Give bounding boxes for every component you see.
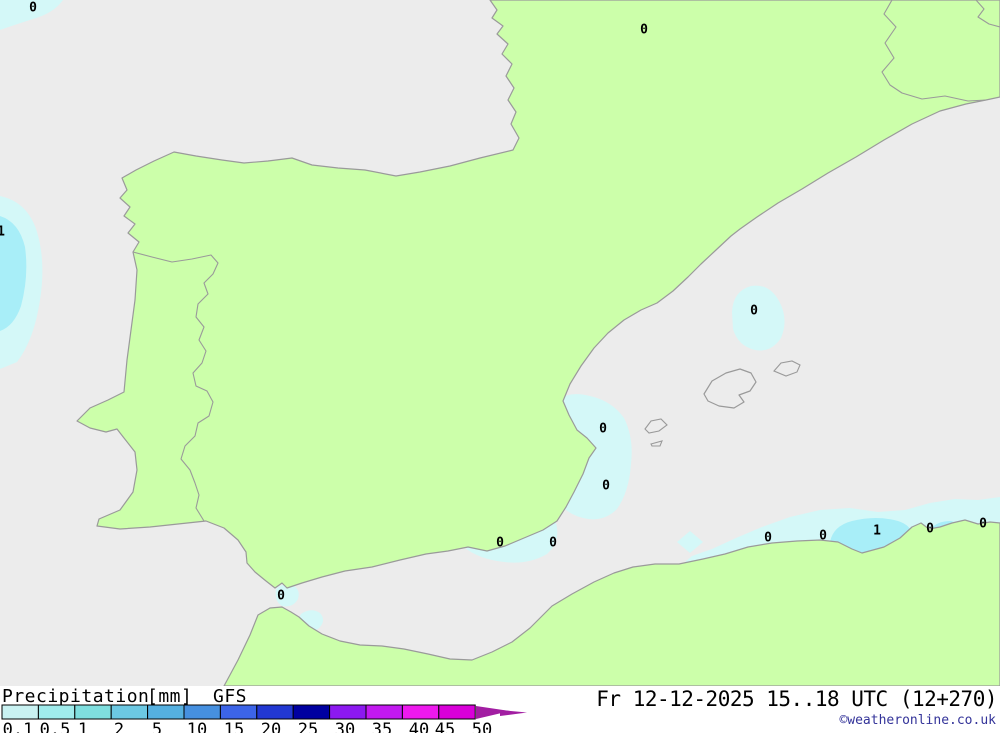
map-canvas <box>0 0 1000 686</box>
colorbar-segment <box>365 704 403 720</box>
colorbar-segments <box>1 704 476 720</box>
colorbar-tick-label: 45 <box>434 720 456 733</box>
precip-value-label: 0 <box>29 0 37 16</box>
colorbar-segment <box>401 704 440 720</box>
precip-value-label: 0 <box>764 530 772 546</box>
precip-value-label: 0 <box>277 588 285 604</box>
precip-value-label: 0 <box>979 516 987 532</box>
colorbar-tick-label: 2 <box>113 720 125 733</box>
colorbar-tick-label: 0.5 <box>39 720 71 733</box>
colorbar-arrow <box>476 706 527 719</box>
precip-value-label: 1 <box>0 224 5 240</box>
colorbar-segment <box>219 704 258 720</box>
colorbar-tick-label: 25 <box>297 720 319 733</box>
precip-value-label: 1 <box>873 523 881 539</box>
precip-value-label: 0 <box>602 478 610 494</box>
precip-value-label: 0 <box>926 521 934 537</box>
legend-footer: Precipitation [mm] GFS 0.1 0.5 1 2 5 10 15 20 25… <box>0 686 1000 733</box>
colorbar-segment <box>292 704 331 720</box>
precip-value-label: 0 <box>750 303 758 319</box>
precip-value-label: 0 <box>819 528 827 544</box>
colorbar-tick-label: 15 <box>223 720 245 733</box>
colorbar-tick-label: 40 <box>408 720 430 733</box>
colorbar-tick-label: 30 <box>334 720 356 733</box>
colorbar-tick-label: 20 <box>260 720 282 733</box>
precipitation-map: 0 1 0 0 0 0 0 0 0 0 0 1 0 0 <box>0 0 1000 686</box>
colorbar-segment <box>37 704 76 720</box>
timestamp: Fr 12-12-2025 15..18 UTC (12+270) <box>596 687 997 711</box>
colorbar-segment <box>1 704 39 720</box>
colorbar-segment <box>74 704 112 720</box>
colorbar-segment <box>183 704 221 720</box>
precip-value-label: 0 <box>599 421 607 437</box>
colorbar-segment <box>110 704 149 720</box>
colorbar-segment <box>438 704 476 720</box>
colorbar-tick-label: 5 <box>151 720 163 733</box>
colorbar-segment <box>147 704 185 720</box>
colorbar-tick-label: 50 <box>471 720 493 733</box>
precip-value-label: 0 <box>640 22 648 38</box>
copyright-link[interactable]: ©weatheronline.co.uk <box>839 713 996 728</box>
colorbar-tick-label: 35 <box>371 720 393 733</box>
colorbar-tick-label: 1 <box>77 720 89 733</box>
colorbar-segment <box>256 704 294 720</box>
weather-map-screenshot: 01000000000100 Precipitation [mm] GFS 0.… <box>0 0 1000 733</box>
colorbar-tick-label: 10 <box>186 720 208 733</box>
precip-value-label: 0 <box>496 535 504 551</box>
precip-value-label: 0 <box>549 535 557 551</box>
colorbar-tick-label: 0.1 <box>2 720 34 733</box>
colorbar-segment <box>329 704 367 720</box>
